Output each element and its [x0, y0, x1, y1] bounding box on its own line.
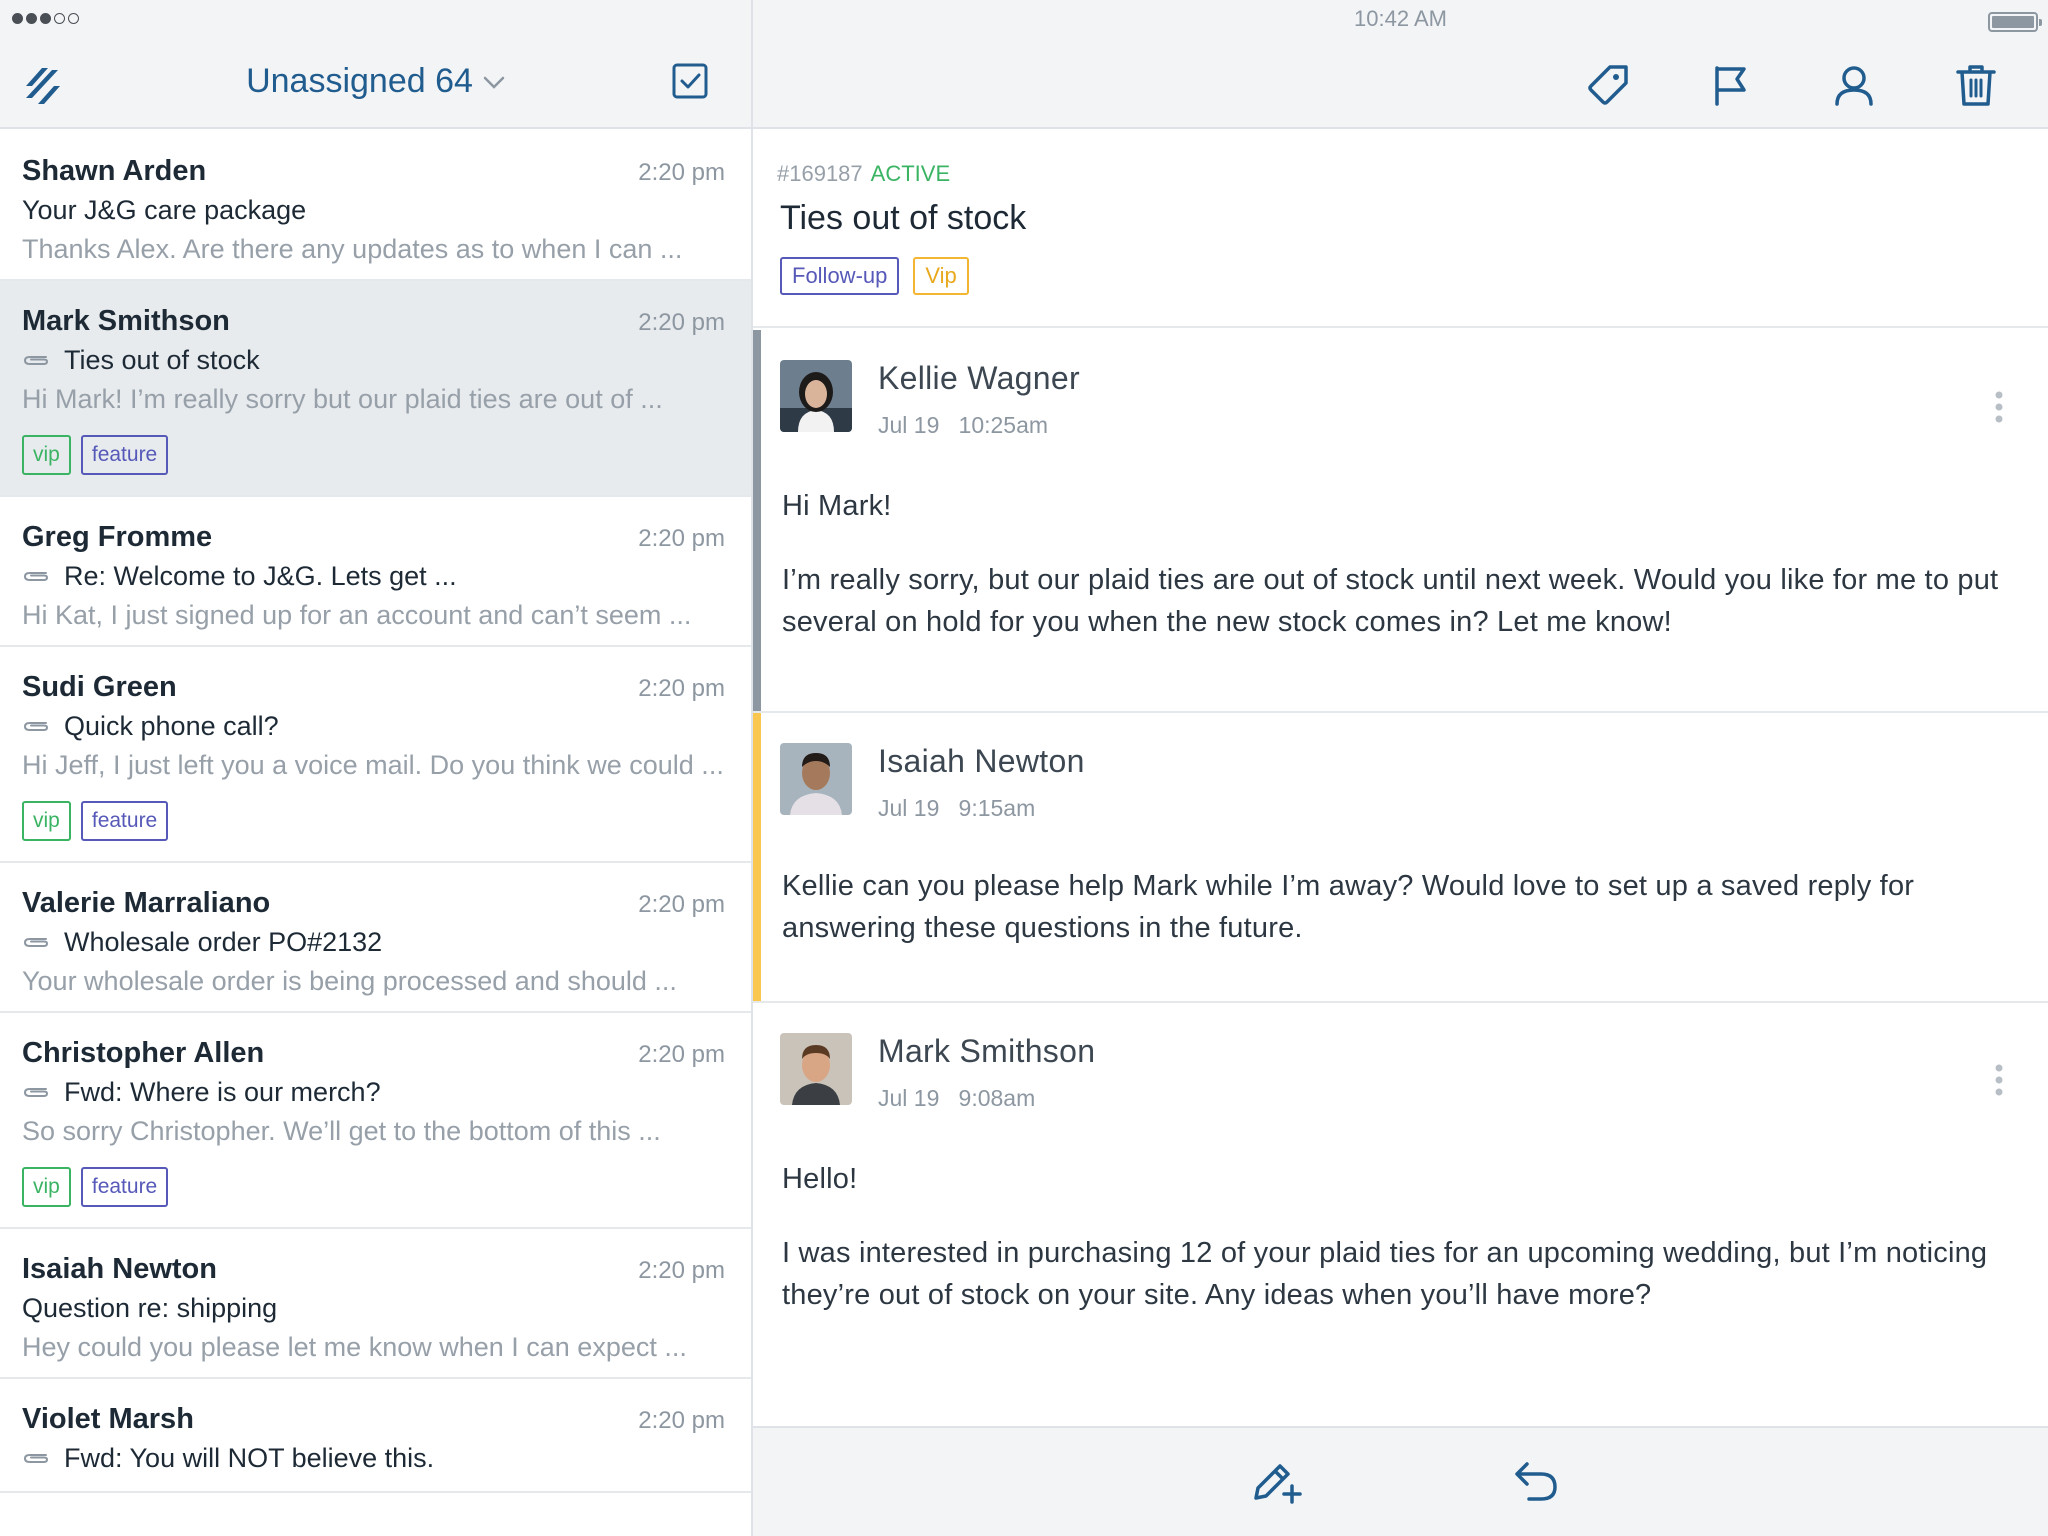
tag-row: vip feature: [22, 1167, 729, 1207]
status-time: 10:42 AM: [1354, 6, 1447, 31]
ticket-number: #169187: [777, 161, 863, 186]
trash-icon[interactable]: [1953, 62, 1999, 108]
tag-vip[interactable]: vip: [22, 1167, 71, 1207]
signal-strength-icon: [12, 13, 79, 24]
conversation-preview: Hi Kat, I just signed up for an account …: [22, 600, 692, 630]
customer-name: Shawn Arden: [22, 155, 207, 187]
message-body: Hello! I was interested in purchasing 12…: [782, 1163, 1988, 1311]
customer-name: Sudi Green: [22, 671, 177, 703]
tag-icon[interactable]: [1585, 62, 1631, 108]
attachment-icon: [23, 1454, 49, 1463]
conversation-detail-pane: 10:42 AM #169187 ACTIVE Ties out of stock…: [753, 0, 2048, 1536]
conversation-time: 2:20 pm: [638, 525, 725, 552]
flag-icon[interactable]: [1708, 62, 1754, 108]
conversation-item[interactable]: Valerie Marraliano 2:20 pm Wholesale order…: [0, 863, 751, 1013]
tag-vip[interactable]: vip: [22, 801, 71, 841]
folder-title: Unassigned 64: [246, 62, 473, 100]
author-name[interactable]: Kellie Wagner: [878, 360, 1080, 397]
conversation-item[interactable]: Isaiah Newton 2:20 pm Question re: shippin…: [0, 1229, 751, 1379]
left-header: Unassigned 64: [0, 0, 751, 129]
conversation-preview: Your wholesale order is being processed …: [22, 966, 677, 996]
conversation-time: 2:20 pm: [638, 1407, 725, 1434]
avatar: [780, 1033, 852, 1105]
author-name[interactable]: Isaiah Newton: [878, 743, 1085, 780]
conversation-subject: Wholesale order PO#2132: [22, 925, 729, 959]
thread-item: Kellie Wagner Jul 19 10:25am Hi Mark! I’…: [753, 330, 2048, 713]
conversation-time: 2:20 pm: [638, 159, 725, 186]
tag-feature[interactable]: feature: [80, 801, 169, 841]
conversation-list: Shawn Arden 2:20 pm Your J&G care package T…: [0, 131, 751, 1493]
thread-item-note: Isaiah Newton Jul 19 9:15am Kellie can y…: [753, 713, 2048, 1003]
attachment-icon: [23, 938, 49, 947]
customer-name: Violet Marsh: [22, 1403, 194, 1435]
conversation-time: 2:20 pm: [638, 891, 725, 918]
conversation-preview: Hi Mark! I’m really sorry but our plaid …: [22, 384, 663, 414]
attachment-icon: [23, 722, 49, 731]
attachment-icon: [23, 356, 49, 365]
conversation-time: 2:20 pm: [638, 1257, 725, 1284]
conversation-item[interactable]: Shawn Arden 2:20 pm Your J&G care package T…: [0, 131, 751, 281]
more-vertical-icon[interactable]: [1994, 390, 2004, 424]
attachment-icon: [23, 1088, 49, 1097]
ticket-tags: Follow-up Vip: [780, 257, 969, 295]
conversation-item[interactable]: Mark Smithson 2:20 pm Ties out of stock Hi …: [0, 281, 751, 497]
tag-row: vip feature: [22, 801, 729, 841]
ticket-tag[interactable]: Vip: [913, 257, 969, 295]
ticket-tag[interactable]: Follow-up: [780, 257, 900, 295]
thread-item: Mark Smithson Jul 19 9:08am Hello! I was…: [753, 1003, 2048, 1426]
conversation-preview: Hi Jeff, I just left you a voice mail. D…: [22, 750, 724, 780]
chevron-down-icon: [483, 76, 505, 89]
more-vertical-icon[interactable]: [1994, 1063, 2004, 1097]
conversation-subject: Question re: shipping: [22, 1293, 278, 1323]
message-date: Jul 19 10:25am: [878, 412, 1049, 438]
message-date: Jul 19 9:08am: [878, 1085, 1036, 1111]
right-header: 10:42 AM: [753, 0, 2048, 129]
conversation-time: 2:20 pm: [638, 309, 725, 336]
tag-feature[interactable]: feature: [80, 435, 169, 475]
customer-name: Christopher Allen: [22, 1037, 265, 1069]
conversation-item[interactable]: Violet Marsh 2:20 pm Fwd: You will NOT bel…: [0, 1379, 751, 1493]
message-date: Jul 19 9:15am: [878, 795, 1036, 821]
conversation-subject: Fwd: You will NOT believe this.: [22, 1441, 729, 1475]
message-body: Hi Mark! I’m really sorry, but our plaid…: [782, 490, 1999, 638]
reply-icon[interactable]: [1509, 1456, 1563, 1506]
add-note-pencil-icon[interactable]: [1250, 1456, 1304, 1506]
conversation-time: 2:20 pm: [638, 1041, 725, 1068]
customer-name: Isaiah Newton: [22, 1253, 217, 1285]
attachment-icon: [23, 572, 49, 581]
conversation-subject: Fwd: Where is our merch?: [22, 1075, 729, 1109]
user-icon[interactable]: [1831, 62, 1877, 108]
message-body: Kellie can you please help Mark while I’…: [782, 870, 1915, 944]
folder-switcher[interactable]: Unassigned 64: [0, 62, 751, 101]
conversation-item[interactable]: Christopher Allen 2:20 pm Fwd: Where is ou…: [0, 1013, 751, 1229]
conversation-subject: Quick phone call?: [22, 709, 729, 743]
customer-name: Greg Fromme: [22, 521, 213, 553]
tag-row: vip feature: [22, 435, 729, 475]
conversation-subject: Re: Welcome to J&G. Lets get ...: [22, 559, 729, 593]
conversation-item[interactable]: Sudi Green 2:20 pm Quick phone call? Hi Jef…: [0, 647, 751, 863]
conversation-list-pane: Unassigned 64 Shawn Arden 2:20 pm Your J&G…: [0, 0, 751, 1536]
avatar: [780, 360, 852, 432]
tag-feature[interactable]: feature: [80, 1167, 169, 1207]
bottom-toolbar: [753, 1426, 2048, 1536]
tag-vip[interactable]: vip: [22, 435, 71, 475]
conversation-subject: Your J&G care package: [22, 195, 307, 225]
avatar: [780, 743, 852, 815]
conversation-preview: Hey could you please let me know when I …: [22, 1332, 687, 1362]
conversation-item[interactable]: Greg Fromme 2:20 pm Re: Welcome to J&G. Le…: [0, 497, 751, 647]
customer-name: Mark Smithson: [22, 305, 230, 337]
note-indicator-bar: [753, 713, 761, 1001]
conversation-subject: Ties out of stock: [22, 343, 729, 377]
conversation-time: 2:20 pm: [638, 675, 725, 702]
conversation-preview: So sorry Christopher. We’ll get to the b…: [22, 1116, 661, 1146]
reply-indicator-bar: [753, 330, 761, 711]
battery-icon: [1988, 12, 2042, 32]
conversation-preview: Thanks Alex. Are there any updates as to…: [22, 234, 683, 264]
ticket-subject: Ties out of stock: [780, 199, 1027, 237]
ticket-header: #169187 ACTIVE Ties out of stock Follow-u…: [753, 131, 2048, 328]
customer-name: Valerie Marraliano: [22, 887, 271, 919]
author-name[interactable]: Mark Smithson: [878, 1033, 1095, 1070]
ticket-status: ACTIVE: [870, 161, 951, 186]
checkbox-square-icon[interactable]: [671, 62, 709, 100]
